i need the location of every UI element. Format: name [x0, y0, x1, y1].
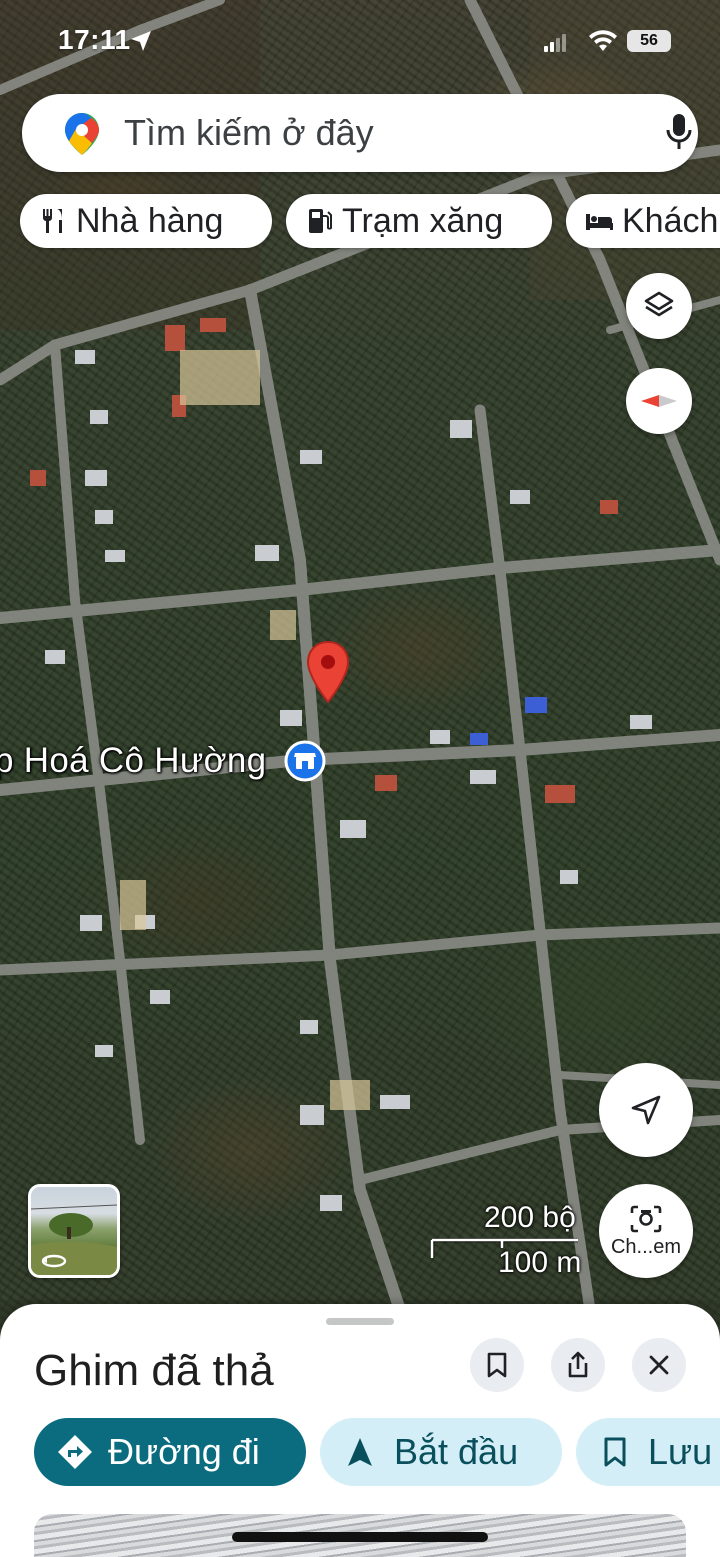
camera-search-button[interactable]: Ch...em [599, 1184, 693, 1278]
my-location-button[interactable] [599, 1063, 693, 1157]
camera-search-icon [630, 1205, 662, 1232]
bookmark-icon [604, 1437, 626, 1467]
chip-restaurants[interactable]: Nhà hàng [20, 194, 272, 248]
close-button[interactable] [632, 1338, 686, 1392]
save-label: Lưu [648, 1431, 713, 1472]
layers-button[interactable] [626, 273, 692, 339]
360-rotate-icon [41, 1254, 67, 1268]
chip-label: Trạm xăng [342, 201, 504, 240]
layers-icon [644, 291, 674, 317]
share-button[interactable] [551, 1338, 605, 1392]
shop-icon[interactable] [284, 740, 326, 782]
google-maps-logo-icon [65, 113, 99, 155]
directions-label: Đường đi [108, 1431, 260, 1472]
microphone-icon[interactable] [664, 112, 694, 152]
scale-imperial: 200 bộ [484, 1201, 576, 1234]
place-label[interactable]: p Hoá Cô Hường [0, 741, 266, 781]
start-label: Bắt đầu [394, 1431, 519, 1472]
search-input[interactable]: Tìm kiếm ở đây [124, 112, 374, 154]
save-icon-button[interactable] [470, 1338, 524, 1392]
battery-level: 56 [627, 30, 671, 52]
place-bottom-sheet[interactable]: Ghim đã thả Đường đi Bắt đầu Lưu [0, 1304, 720, 1557]
compass-icon [641, 395, 677, 407]
sheet-drag-handle[interactable] [326, 1318, 394, 1325]
navigation-arrow-icon [631, 1095, 661, 1125]
compass-button[interactable] [626, 368, 692, 434]
navigation-start-icon [348, 1438, 372, 1466]
status-time: 17:11 [58, 24, 131, 55]
directions-icon [58, 1435, 92, 1469]
start-button[interactable]: Bắt đầu [320, 1418, 562, 1486]
share-icon [568, 1351, 588, 1378]
save-button[interactable]: Lưu [576, 1418, 720, 1486]
place-label-text[interactable]: p Hoá Cô Hường [0, 741, 266, 780]
chip-gas-stations[interactable]: Trạm xăng [286, 194, 552, 248]
close-icon [649, 1355, 669, 1375]
sheet-title: Ghim đã thả [34, 1346, 274, 1395]
scale-metric: 100 m [498, 1246, 582, 1279]
cellular-signal-icon [544, 34, 566, 52]
chip-label: Khách [622, 201, 719, 240]
gas-station-icon [309, 209, 332, 233]
street-view-thumbnail[interactable] [28, 1184, 120, 1278]
hotel-icon [586, 214, 613, 230]
search-bar[interactable]: Tìm kiếm ở đây [22, 94, 698, 172]
directions-button[interactable]: Đường đi [34, 1418, 306, 1486]
camera-label: Ch...em [610, 1235, 682, 1258]
home-indicator[interactable] [232, 1532, 488, 1542]
dropped-pin-icon[interactable] [306, 640, 350, 704]
location-arrow-icon [131, 31, 151, 51]
bookmark-icon [487, 1352, 507, 1378]
chip-hotels[interactable]: Khách [566, 194, 720, 248]
chip-label: Nhà hàng [76, 201, 224, 240]
restaurant-icon [43, 209, 62, 233]
status-bar: 17:11 56 [0, 0, 720, 80]
wifi-icon [589, 30, 617, 51]
